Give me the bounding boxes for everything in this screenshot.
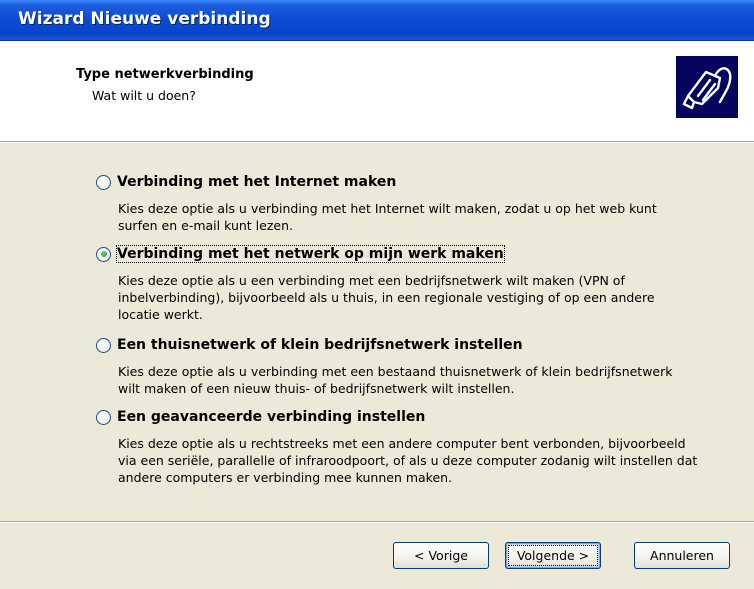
back-button[interactable]: < Vorige — [393, 542, 489, 569]
footer-separator-highlight — [0, 522, 754, 523]
window-title: Wizard Nieuwe verbinding — [18, 9, 271, 29]
option-home-network-description: Kies deze optie als u verbinding met een… — [118, 364, 673, 396]
option-advanced[interactable]: Een geavanceerde verbinding instellen — [96, 409, 425, 425]
option-internet-label[interactable]: Verbinding met het Internet maken — [117, 174, 396, 190]
option-home-network-label[interactable]: Een thuisnetwerk of klein bedrijfsnetwer… — [117, 337, 523, 353]
back-button-label: < Vorige — [414, 548, 468, 563]
cancel-button[interactable]: Annuleren — [634, 542, 730, 569]
radio-workplace[interactable] — [96, 246, 111, 262]
network-plug-icon — [676, 56, 738, 118]
option-advanced-label[interactable]: Een geavanceerde verbinding instellen — [117, 409, 425, 425]
options-panel: Verbinding met het Internet maken Kies d… — [0, 143, 754, 531]
option-internet[interactable]: Verbinding met het Internet maken — [96, 174, 396, 190]
radio-advanced[interactable] — [96, 409, 111, 425]
header-subtitle: Wat wilt u doen? — [92, 88, 196, 103]
radio-home-network[interactable] — [96, 337, 111, 353]
radio-internet[interactable] — [96, 174, 111, 190]
title-bar[interactable]: Wizard Nieuwe verbinding — [0, 0, 754, 41]
option-advanced-description: Kies deze optie als u rechtstreeks met e… — [118, 436, 698, 485]
option-internet-description: Kies deze optie als u verbinding met het… — [118, 201, 657, 233]
option-workplace[interactable]: Verbinding met het netwerk op mijn werk … — [96, 245, 505, 263]
option-workplace-label[interactable]: Verbinding met het netwerk op mijn werk … — [116, 245, 505, 263]
option-workplace-description: Kies deze optie als u een verbinding met… — [118, 273, 655, 322]
next-button-label: Volgende > — [507, 545, 599, 566]
option-home-network[interactable]: Een thuisnetwerk of klein bedrijfsnetwer… — [96, 337, 523, 353]
next-button[interactable]: Volgende > — [505, 542, 601, 569]
cancel-button-label: Annuleren — [650, 548, 714, 563]
header-title: Type netwerkverbinding — [76, 67, 254, 82]
wizard-header: Type netwerkverbinding Wat wilt u doen? — [0, 41, 754, 142]
